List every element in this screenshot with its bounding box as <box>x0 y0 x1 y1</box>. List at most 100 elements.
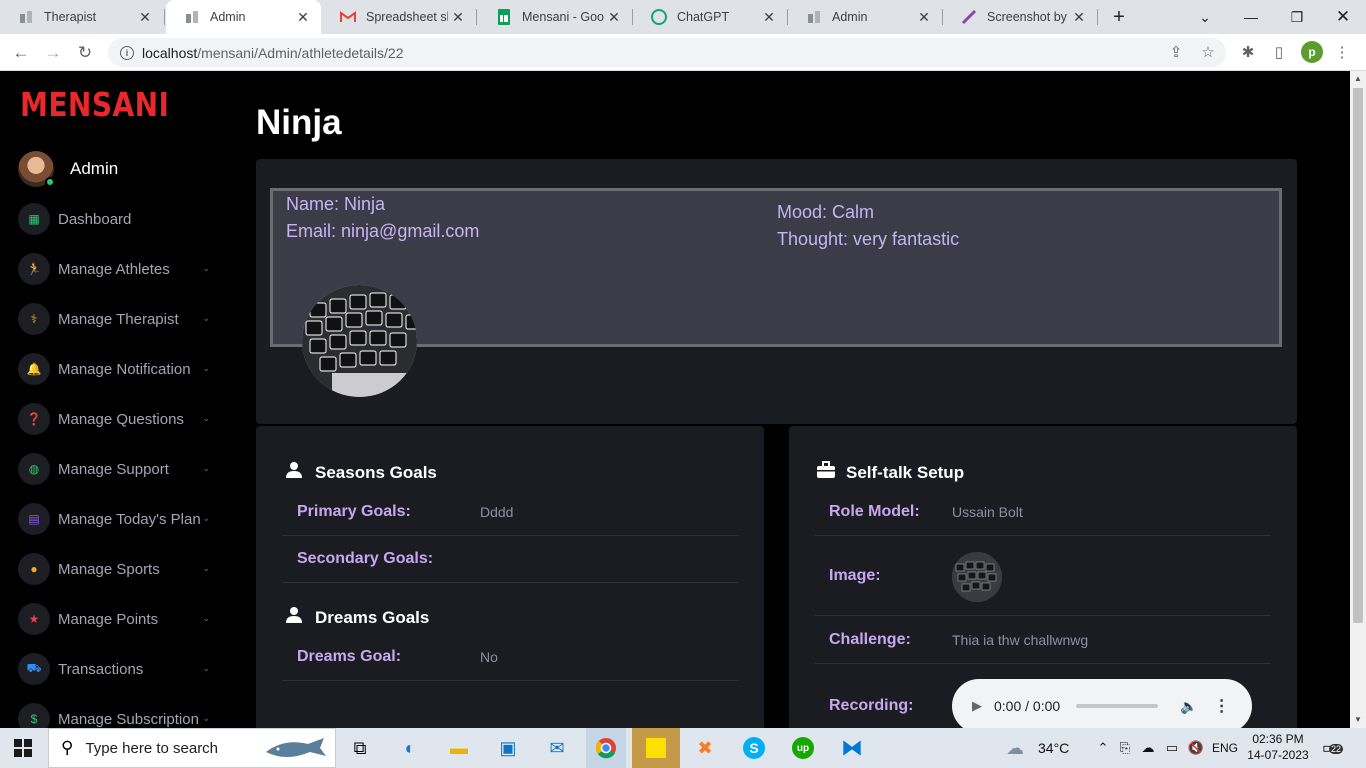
clock[interactable]: 02:36 PM 14-07-2023 <box>1246 731 1310 763</box>
audio-time: 0:00 / 0:00 <box>994 698 1061 714</box>
xampp-icon[interactable]: ✖ <box>685 732 725 764</box>
chevron-down-icon[interactable]: ⌄ <box>202 413 210 424</box>
edge-icon[interactable]: ◐ <box>390 732 430 764</box>
user-icon <box>285 606 305 629</box>
challenge-value: Thia ia thw challwnwg <box>952 632 1089 648</box>
tab-search-chevron-icon[interactable]: ⌄ <box>1182 0 1228 34</box>
taskbar-search-box[interactable]: ⚲ Type here to search <box>48 728 336 768</box>
chevron-down-icon[interactable]: ⌄ <box>202 313 210 324</box>
sidebar-item-manage-points[interactable]: ★ Manage Points ⌄ <box>18 601 218 637</box>
new-tab-button[interactable]: + <box>1096 0 1142 34</box>
back-arrow-icon[interactable]: ← <box>8 40 34 66</box>
share-icon[interactable]: ⇪ <box>1167 43 1185 61</box>
vscode-icon[interactable]: ⧓ <box>832 732 872 764</box>
page-content: MENSANI Admin ▦ Dashboard 🏃 Manage Athletes… <box>0 71 1350 728</box>
close-tab-icon[interactable]: ✕ <box>1069 9 1089 26</box>
tab-chatgpt[interactable]: ChatGPT ✕ <box>633 0 787 34</box>
tab-admin-active[interactable]: Admin ✕ <box>166 0 321 34</box>
tab-google-sheets[interactable]: Mensani - Googl ✕ <box>478 0 632 34</box>
page-scrollbar[interactable]: ▲ ▼ <box>1350 71 1366 728</box>
close-window-button[interactable]: ✕ <box>1320 0 1366 34</box>
close-tab-icon[interactable]: ✕ <box>135 9 155 26</box>
weather-widget[interactable]: ☁ 34°C <box>1006 728 1069 768</box>
file-explorer-icon[interactable]: ▬ <box>439 732 479 764</box>
sidebar-item-transactions[interactable]: ⛟ Transactions ⌄ <box>18 651 218 687</box>
forward-arrow-icon[interactable]: → <box>40 40 66 66</box>
scroll-down-arrow-icon[interactable]: ▼ <box>1354 715 1362 724</box>
profile-avatar[interactable]: p <box>1301 41 1323 63</box>
close-tab-icon[interactable]: ✕ <box>604 9 624 26</box>
sidebar-item-manage-therapist[interactable]: ⚕ Manage Therapist ⌄ <box>18 301 218 337</box>
sidebar-item-manage-questions[interactable]: ❓ Manage Questions ⌄ <box>18 401 218 437</box>
chevron-down-icon[interactable]: ⌄ <box>202 463 210 474</box>
sidebar-item-label: Manage Subscription <box>58 710 199 728</box>
search-placeholder: Type here to search <box>85 739 219 757</box>
network-icon[interactable]: ▭ <box>1160 740 1184 756</box>
close-tab-icon[interactable]: ✕ <box>293 9 313 26</box>
extensions-icon[interactable]: ✱ <box>1239 43 1257 61</box>
self-talk-heading: Self-talk Setup <box>816 461 964 484</box>
sticky-notes-icon[interactable] <box>632 728 680 768</box>
sidebar-item-manage-sports[interactable]: ● Manage Sports ⌄ <box>18 551 218 587</box>
mail-icon[interactable]: ✉ <box>537 732 577 764</box>
chevron-down-icon[interactable]: ⌄ <box>202 513 210 524</box>
user-profile[interactable]: Admin <box>18 151 118 187</box>
minimize-button[interactable]: — <box>1228 0 1274 34</box>
divider <box>815 535 1271 536</box>
more-options-icon[interactable]: ⋮ <box>1214 696 1230 716</box>
sidebar-item-manage-today-s-plan[interactable]: ▤ Manage Today's Plan ⌄ <box>18 501 218 537</box>
avatar <box>18 151 55 187</box>
chevron-down-icon[interactable]: ⌄ <box>202 713 210 724</box>
language-indicator[interactable]: ENG <box>1212 741 1238 755</box>
sidebar-item-manage-athletes[interactable]: 🏃 Manage Athletes ⌄ <box>18 251 218 287</box>
tab-admin-2[interactable]: Admin ✕ <box>788 0 942 34</box>
bookmark-star-icon[interactable]: ☆ <box>1199 43 1217 61</box>
chevron-down-icon[interactable]: ⌄ <box>202 363 210 374</box>
question-icon: ❓ <box>18 403 50 435</box>
feather-icon <box>961 9 977 25</box>
chevron-down-icon[interactable]: ⌄ <box>202 663 210 674</box>
volume-muted-icon[interactable]: 🔇 <box>1184 740 1208 756</box>
app-logo[interactable]: MENSANI <box>20 85 169 124</box>
meet-icon[interactable]: ⎘ <box>1114 740 1136 756</box>
user-icon <box>285 461 305 484</box>
menu-kebab-icon[interactable]: ⋮ <box>1333 43 1351 61</box>
tab-title: ChatGPT <box>677 10 730 24</box>
windows-start-icon[interactable] <box>14 739 32 757</box>
chevron-down-icon[interactable]: ⌄ <box>202 563 210 574</box>
play-icon[interactable]: ▶ <box>972 698 982 714</box>
restore-button[interactable]: ❐ <box>1274 0 1320 34</box>
tab-gmail[interactable]: Spreadsheet shar ✕ <box>322 0 476 34</box>
side-panel-icon[interactable]: ▯ <box>1270 43 1288 61</box>
scrollbar-thumb[interactable] <box>1353 88 1363 623</box>
page-icon <box>18 9 34 25</box>
divider <box>815 663 1271 664</box>
task-view-icon[interactable]: ⧉ <box>340 732 380 764</box>
chevron-down-icon[interactable]: ⌄ <box>202 263 210 274</box>
reload-icon[interactable]: ↻ <box>72 40 98 66</box>
address-bar[interactable]: i localhost/mensani/Admin/athletedetails… <box>108 38 1226 67</box>
sidebar-item-manage-notification[interactable]: 🔔 Manage Notification ⌄ <box>18 351 218 387</box>
skype-icon[interactable]: S <box>734 732 774 764</box>
sidebar-item-manage-subscription[interactable]: $ Manage Subscription ⌄ <box>18 701 218 728</box>
chevron-down-icon[interactable]: ⌄ <box>202 613 210 624</box>
dreams-goal-label: Dreams Goal: <box>297 648 402 665</box>
chrome-icon[interactable] <box>586 728 626 768</box>
site-info-icon[interactable]: i <box>120 45 134 60</box>
tab-lightshot[interactable]: Screenshot by Lig ✕ <box>943 0 1097 34</box>
close-tab-icon[interactable]: ✕ <box>759 9 779 26</box>
onedrive-icon[interactable]: ☁ <box>1136 740 1160 756</box>
store-icon[interactable]: ▣ <box>488 732 528 764</box>
upwork-icon[interactable]: up <box>783 732 823 764</box>
tab-therapist[interactable]: Therapist ✕ <box>0 0 163 34</box>
chevron-up-icon[interactable]: ⌃ <box>1092 740 1114 756</box>
audio-player[interactable]: ▶ 0:00 / 0:00 🔈 ⋮ <box>952 679 1252 733</box>
audio-progress-slider[interactable] <box>1076 704 1159 708</box>
sidebar-item-dashboard[interactable]: ▦ Dashboard <box>18 201 218 237</box>
sidebar-item-manage-support[interactable]: ◍ Manage Support ⌄ <box>18 451 218 487</box>
notification-center[interactable]: ▭22 <box>1322 728 1344 768</box>
close-tab-icon[interactable]: ✕ <box>914 9 934 26</box>
volume-icon[interactable]: 🔈 <box>1180 698 1197 715</box>
scroll-up-arrow-icon[interactable]: ▲ <box>1354 74 1362 83</box>
close-tab-icon[interactable]: ✕ <box>448 9 468 26</box>
